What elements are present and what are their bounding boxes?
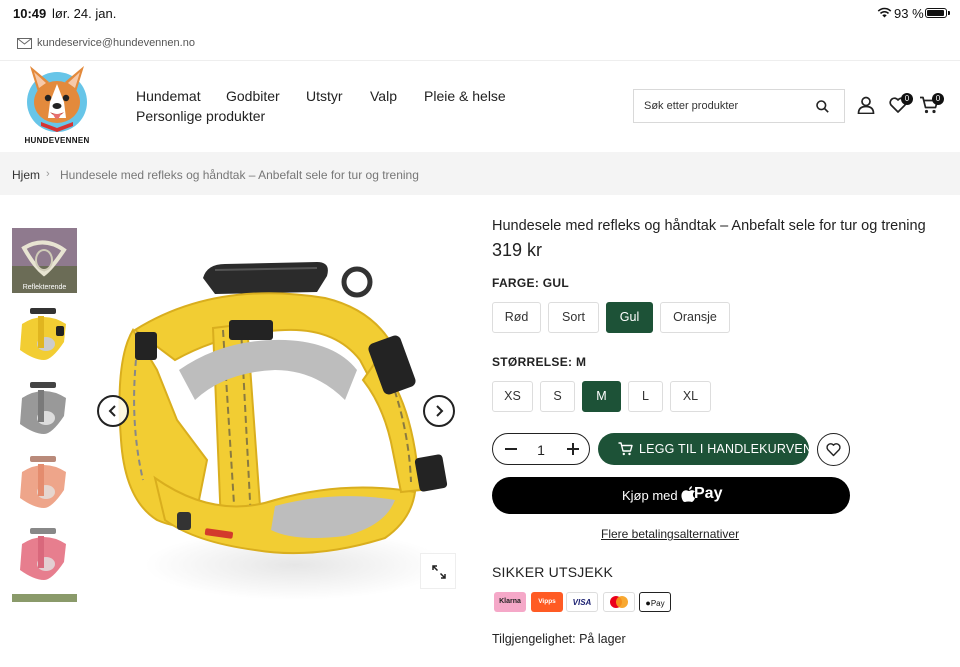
thumb-caption: Reflekterende	[22, 284, 67, 291]
product-title: Hundesele med refleks og håndtak – Anbef…	[492, 218, 926, 234]
mail-icon	[17, 38, 32, 49]
cart-count-badge: 0	[932, 93, 944, 105]
klarna-icon: Klarna	[494, 592, 526, 612]
apple-pay-button[interactable]: Kjøp med Pay	[492, 477, 850, 514]
cart-icon	[618, 442, 633, 456]
gallery-prev-button[interactable]	[97, 395, 129, 427]
vipps-icon: Vipps	[531, 592, 563, 612]
gallery-thumb-2-yellow[interactable]	[12, 302, 77, 367]
gallery-thumb-4-orange[interactable]	[12, 450, 77, 515]
size-option-l[interactable]: L	[628, 381, 663, 412]
dog-logo-icon	[27, 66, 87, 132]
add-to-cart-button[interactable]: LEGG TIL I HANDLEKURVEN	[598, 433, 813, 465]
main-product-image	[95, 220, 465, 605]
status-bar: 10:49 lør. 24. jan. 93 %	[0, 0, 960, 26]
wishlist-count-badge: 0	[901, 93, 913, 105]
wifi-icon	[877, 7, 892, 18]
gallery-next-button[interactable]	[423, 395, 455, 427]
search-box	[633, 89, 845, 123]
breadcrumb-separator-icon: ›	[46, 168, 50, 180]
harness-photo-image	[12, 594, 77, 602]
gallery-thumb-3-grey[interactable]	[12, 376, 77, 441]
add-to-cart-label: LEGG TIL I HANDLEKURVEN	[639, 442, 813, 456]
gallery-thumb-5-red[interactable]	[12, 522, 77, 587]
size-option-m[interactable]: M	[582, 381, 621, 412]
heart-icon	[826, 443, 841, 457]
gallery-thumb-1[interactable]: Reflekterende	[12, 228, 77, 293]
chevron-left-icon	[108, 405, 116, 417]
status-date: lør. 24. jan.	[52, 6, 117, 21]
status-time: 10:49	[13, 6, 47, 21]
nav-item-hundemat[interactable]: Hundemat	[136, 88, 201, 104]
site-logo[interactable]: HUNDEVENNEN	[22, 62, 92, 146]
expand-icon	[432, 565, 446, 579]
secure-checkout-heading: SIKKER UTSJEKK	[492, 564, 614, 580]
mastercard-logo	[610, 596, 628, 608]
color-option-sort[interactable]: Sort	[548, 302, 599, 333]
chevron-right-icon	[436, 405, 444, 417]
gallery-thumb-6[interactable]	[12, 594, 77, 602]
color-option-rod[interactable]: Rød	[492, 302, 541, 333]
search-icon[interactable]	[816, 100, 829, 113]
quantity-stepper: 1	[492, 433, 590, 465]
quantity-value[interactable]: 1	[529, 442, 553, 458]
size-option-xs[interactable]: XS	[492, 381, 533, 412]
availability-status: Tilgjengelighet: På lager	[492, 632, 626, 646]
more-payment-options-link[interactable]: Flere betalingsalternativer	[601, 527, 739, 541]
apple-pay-icon: ●Pay	[639, 592, 671, 612]
add-to-wishlist-button[interactable]	[817, 433, 850, 466]
mastercard-icon	[603, 592, 635, 612]
yellow-harness-image	[12, 302, 77, 367]
size-option-xl[interactable]: XL	[670, 381, 711, 412]
account-icon[interactable]	[857, 96, 875, 114]
apple-pay-icon-label: Pay	[650, 599, 665, 608]
nav-item-valp[interactable]: Valp	[370, 88, 397, 104]
product-price: 319 kr	[492, 240, 543, 260]
yellow-harness-image	[118, 262, 448, 600]
color-label: FARGE: GUL	[492, 276, 569, 290]
color-option-oransje[interactable]: Oransje	[660, 302, 730, 333]
grey-harness-image	[12, 376, 77, 441]
size-label: STØRRELSE: M	[492, 355, 587, 369]
contact-bar: kundeservice@hundevennen.no	[0, 30, 960, 58]
breadcrumb: Hjem › Hundesele med refleks og håndtak …	[0, 152, 960, 195]
battery-percentage: 93 %	[894, 6, 924, 21]
red-harness-image	[12, 522, 77, 587]
apple-pay-word: Pay	[694, 485, 723, 502]
breadcrumb-home[interactable]: Hjem	[12, 168, 40, 182]
battery-icon	[925, 8, 950, 18]
contact-email-link[interactable]: kundeservice@hundevennen.no	[37, 37, 195, 49]
logo-text: HUNDEVENNEN	[24, 136, 90, 145]
nav-item-godbiter[interactable]: Godbiter	[226, 88, 280, 104]
breadcrumb-current: Hundesele med refleks og håndtak – Anbef…	[60, 168, 419, 182]
nav-item-pleie-helse[interactable]: Pleie & helse	[424, 88, 506, 104]
color-option-gul[interactable]: Gul	[606, 302, 653, 333]
size-option-s[interactable]: S	[540, 381, 575, 412]
zoom-button[interactable]	[420, 553, 456, 589]
nav-item-personlige-produkter[interactable]: Personlige produkter	[136, 108, 265, 124]
header-divider	[0, 60, 960, 61]
battery-level	[927, 10, 944, 16]
plus-icon[interactable]	[564, 440, 582, 458]
minus-icon[interactable]	[502, 440, 520, 458]
visa-icon: VISA	[566, 592, 598, 612]
orange-harness-image	[12, 450, 77, 515]
search-input[interactable]	[644, 97, 804, 115]
nav-item-utstyr[interactable]: Utstyr	[306, 88, 343, 104]
apple-pay-label: Kjøp med	[622, 488, 678, 503]
